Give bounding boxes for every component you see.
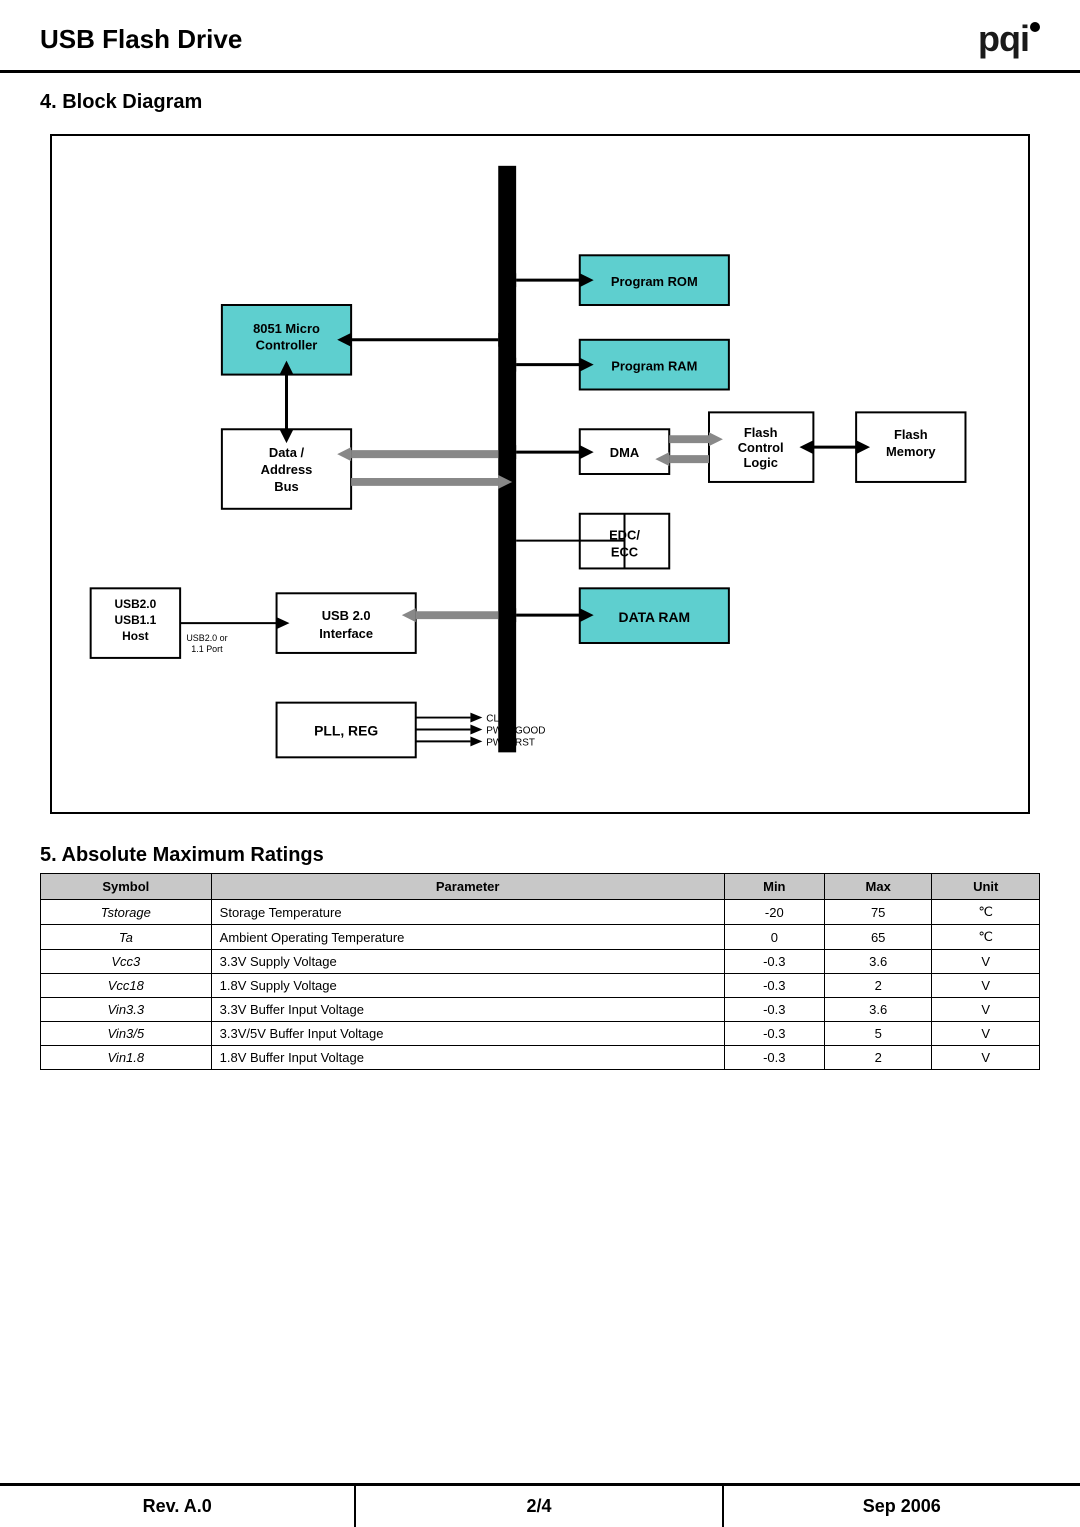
table-cell: ℃ bbox=[932, 900, 1040, 925]
svg-text:Memory: Memory bbox=[886, 444, 936, 459]
table-cell: 1.8V Buffer Input Voltage bbox=[211, 1046, 724, 1070]
table-cell: -0.3 bbox=[724, 998, 824, 1022]
svg-text:Data /: Data / bbox=[269, 445, 305, 460]
table-cell: Storage Temperature bbox=[211, 900, 724, 925]
svg-text:Host: Host bbox=[122, 629, 148, 643]
svg-text:DATA RAM: DATA RAM bbox=[619, 609, 691, 625]
table-cell: 3.6 bbox=[824, 998, 932, 1022]
svg-text:Flash: Flash bbox=[744, 425, 778, 440]
svg-text:USB2.0: USB2.0 bbox=[115, 597, 157, 611]
logo-dot bbox=[1030, 22, 1040, 32]
svg-text:Logic: Logic bbox=[743, 455, 777, 470]
svg-text:Bus: Bus bbox=[274, 479, 298, 494]
svg-text:USB2.0 or: USB2.0 or bbox=[186, 633, 227, 643]
table-cell: Vin3.3 bbox=[41, 998, 212, 1022]
table-cell: V bbox=[932, 998, 1040, 1022]
table-cell: 3.6 bbox=[824, 950, 932, 974]
table-cell: -20 bbox=[724, 900, 824, 925]
block-diagram: 8051 Micro Controller Program ROM Progra… bbox=[50, 134, 1030, 814]
table-cell: Vin1.8 bbox=[41, 1046, 212, 1070]
svg-text:USB1.1: USB1.1 bbox=[115, 613, 157, 627]
svg-text:USB 2.0: USB 2.0 bbox=[322, 608, 371, 623]
svg-text:Interface: Interface bbox=[319, 626, 373, 641]
table-row: Vin1.81.8V Buffer Input Voltage-0.32V bbox=[41, 1046, 1040, 1070]
table-cell: -0.3 bbox=[724, 950, 824, 974]
col-unit: Unit bbox=[932, 874, 1040, 900]
section5-heading: 5. Absolute Maximum Ratings bbox=[40, 844, 1040, 867]
table-cell: 3.3V Buffer Input Voltage bbox=[211, 998, 724, 1022]
svg-text:1.1 Port: 1.1 Port bbox=[191, 644, 223, 654]
col-min: Min bbox=[724, 874, 824, 900]
footer: Rev. A.0 2/4 Sep 2006 bbox=[0, 1483, 1080, 1527]
page-title: USB Flash Drive bbox=[40, 24, 242, 55]
table-cell: Ambient Operating Temperature bbox=[211, 925, 724, 950]
header: USB Flash Drive pqi bbox=[0, 0, 1080, 73]
table-section: 5. Absolute Maximum Ratings Symbol Param… bbox=[0, 834, 1080, 1090]
table-row: Vcc33.3V Supply Voltage-0.33.6V bbox=[41, 950, 1040, 974]
table-cell: 2 bbox=[824, 974, 932, 998]
svg-text:Program ROM: Program ROM bbox=[611, 274, 698, 289]
svg-text:CLK: CLK bbox=[486, 714, 506, 725]
table-cell: 65 bbox=[824, 925, 932, 950]
table-cell: Vcc3 bbox=[41, 950, 212, 974]
table-cell: Vin3/5 bbox=[41, 1022, 212, 1046]
svg-text:PWR_GOOD: PWR_GOOD bbox=[486, 725, 545, 736]
table-cell: ℃ bbox=[932, 925, 1040, 950]
table-cell: 3.3V Supply Voltage bbox=[211, 950, 724, 974]
section4-heading: 4. Block Diagram bbox=[0, 73, 1080, 124]
table-cell: 0 bbox=[724, 925, 824, 950]
table-cell: V bbox=[932, 974, 1040, 998]
table-row: TaAmbient Operating Temperature065℃ bbox=[41, 925, 1040, 950]
table-cell: Tstorage bbox=[41, 900, 212, 925]
table-cell: V bbox=[932, 1022, 1040, 1046]
col-symbol: Symbol bbox=[41, 874, 212, 900]
table-row: Vin3/53.3V/5V Buffer Input Voltage-0.35V bbox=[41, 1022, 1040, 1046]
svg-text:PLL, REG: PLL, REG bbox=[314, 722, 378, 738]
svg-text:Flash: Flash bbox=[894, 427, 928, 442]
table-cell: Ta bbox=[41, 925, 212, 950]
table-row: Vin3.33.3V Buffer Input Voltage-0.33.6V bbox=[41, 998, 1040, 1022]
block-diagram-area: 8051 Micro Controller Program ROM Progra… bbox=[0, 124, 1080, 834]
table-cell: 2 bbox=[824, 1046, 932, 1070]
svg-text:DMA: DMA bbox=[610, 445, 639, 460]
ratings-table: Symbol Parameter Min Max Unit TstorageSt… bbox=[40, 873, 1040, 1070]
table-cell: 3.3V/5V Buffer Input Voltage bbox=[211, 1022, 724, 1046]
footer-date: Sep 2006 bbox=[724, 1486, 1080, 1527]
table-row: TstorageStorage Temperature-2075℃ bbox=[41, 900, 1040, 925]
table-cell: V bbox=[932, 950, 1040, 974]
table-cell: -0.3 bbox=[724, 1022, 824, 1046]
svg-text:Controller: Controller bbox=[256, 338, 318, 353]
table-row: Vcc181.8V Supply Voltage-0.32V bbox=[41, 974, 1040, 998]
table-cell: 5 bbox=[824, 1022, 932, 1046]
diagram-svg: 8051 Micro Controller Program ROM Progra… bbox=[52, 136, 1028, 812]
svg-text:8051 Micro: 8051 Micro bbox=[253, 321, 320, 336]
svg-text:Control: Control bbox=[738, 440, 784, 455]
footer-rev: Rev. A.0 bbox=[0, 1486, 356, 1527]
table-cell: -0.3 bbox=[724, 1046, 824, 1070]
logo: pqi bbox=[978, 18, 1040, 60]
table-cell: 1.8V Supply Voltage bbox=[211, 974, 724, 998]
svg-text:Program RAM: Program RAM bbox=[611, 359, 697, 374]
table-cell: 75 bbox=[824, 900, 932, 925]
table-cell: -0.3 bbox=[724, 974, 824, 998]
col-max: Max bbox=[824, 874, 932, 900]
svg-text:PWR_RST: PWR_RST bbox=[486, 737, 535, 748]
footer-page: 2/4 bbox=[356, 1486, 723, 1527]
table-cell: Vcc18 bbox=[41, 974, 212, 998]
col-parameter: Parameter bbox=[211, 874, 724, 900]
svg-text:Address: Address bbox=[261, 462, 313, 477]
table-cell: V bbox=[932, 1046, 1040, 1070]
